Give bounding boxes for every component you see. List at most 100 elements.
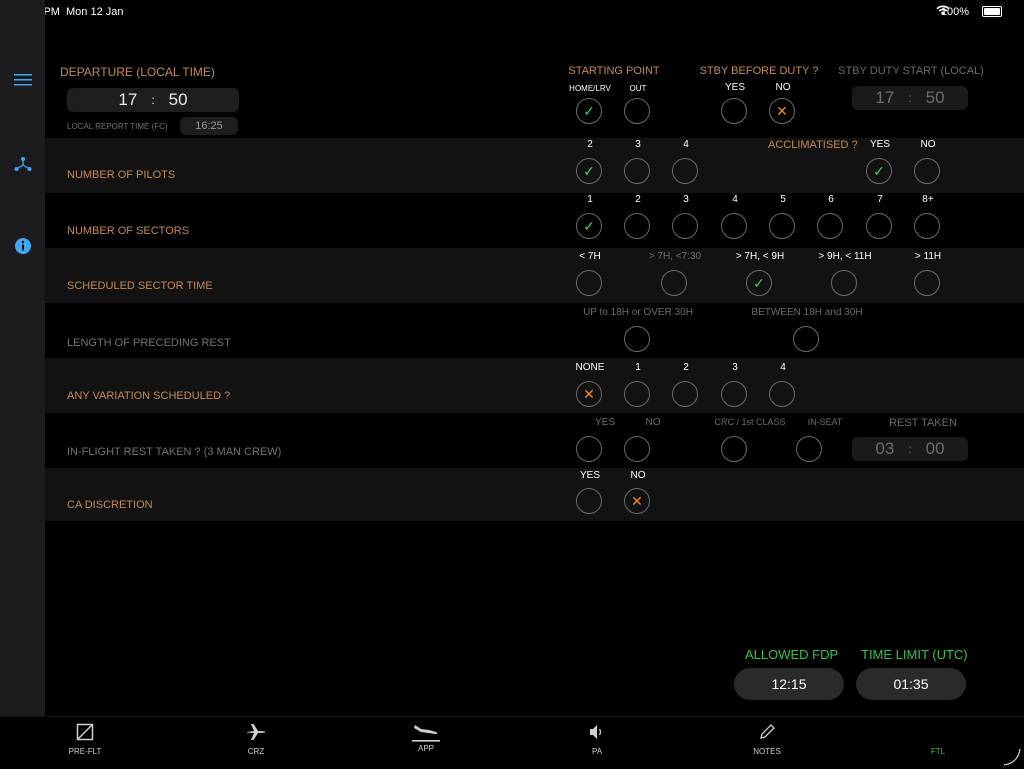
sidebar [0, 0, 45, 716]
sectors-label: NUMBER OF SECTORS [67, 225, 190, 237]
variation-option-4[interactable] [769, 381, 795, 407]
ca-discretion-row: CA DISCRETION YES NO ✕ [45, 468, 1024, 521]
inflight-rest-row: IN-FLIGHT REST TAKEN ? (3 MAN CREW) YES … [45, 413, 1024, 468]
checkbox-slash-icon [45, 723, 125, 745]
pilots-label: NUMBER OF PILOTS [67, 169, 176, 181]
starting-out-option[interactable] [624, 98, 650, 124]
rest-option-between[interactable] [793, 326, 819, 352]
inflight-no-option[interactable] [624, 436, 650, 462]
inflight-yes-option[interactable] [576, 436, 602, 462]
tab-pa-label: PA [591, 747, 603, 756]
tab-ftl-label: FTL [930, 747, 946, 756]
ca-no-option[interactable]: ✕ [624, 488, 650, 514]
status-bar: 5:54 PM Mon 12 Jan 100% [0, 0, 1024, 24]
tab-crz[interactable]: CRZ [216, 723, 296, 756]
variation-row: ANY VARIATION SCHEDULED ? NONE 1 2 3 4 ✕ [45, 358, 1024, 413]
acclimatised-yes-option[interactable]: ✓ [866, 158, 892, 184]
rest-opt2-label: BETWEEN 18H and 30H [751, 307, 863, 318]
inflight-rest-label: IN-FLIGHT REST TAKEN ? (3 MAN CREW) [67, 446, 282, 458]
pilots-opt-label: 4 [683, 139, 689, 150]
ca-discretion-label: CA DISCRETION [67, 499, 153, 511]
tab-pa[interactable]: PA [557, 723, 637, 756]
rest-label: LENGTH OF PRECEDING REST [67, 337, 231, 349]
report-time-value: 16:25 [180, 117, 238, 135]
tab-preflt[interactable]: PRE-FLT [45, 723, 125, 756]
variation-option-2[interactable] [672, 381, 698, 407]
speaker-icon [557, 723, 637, 745]
inseat-option[interactable] [796, 436, 822, 462]
starting-home-option[interactable]: ✓ [576, 98, 602, 124]
variation-option-3[interactable] [721, 381, 747, 407]
departure-hour: 17 [118, 90, 138, 109]
tab-crz-label: CRZ [247, 747, 265, 756]
sector-time-option-7-9[interactable]: ✓ [746, 270, 772, 296]
pilots-row: NUMBER OF PILOTS 2 3 4 ✓ ACCLIMATISED ? … [45, 138, 1024, 193]
variation-opt-label: 4 [780, 362, 786, 373]
variation-option-none[interactable]: ✕ [576, 381, 602, 407]
sectors-option-3[interactable] [672, 213, 698, 239]
sector-time-row: SCHEDULED SECTOR TIME < 7H > 7H, <7:30 >… [45, 248, 1024, 303]
stby-yes-option[interactable] [721, 98, 747, 124]
tab-notes[interactable]: NOTES [727, 723, 807, 756]
network-icon[interactable] [11, 156, 35, 180]
acclimatised-no-label: NO [920, 139, 936, 150]
sector-time-option-7-730[interactable] [661, 270, 687, 296]
rest-option-short-long[interactable] [624, 326, 650, 352]
time-separator: : [908, 91, 912, 105]
pilots-option-3[interactable] [624, 158, 650, 184]
report-time-label: LOCAL REPORT TIME (FC) [67, 122, 168, 131]
allowed-fdp-label: ALLOWED FDP [745, 647, 839, 662]
rest-taken-minute: 00 [925, 439, 945, 458]
sector-time-label: SCHEDULED SECTOR TIME [67, 280, 213, 292]
inseat-label: IN-SEAT [807, 417, 843, 427]
sector-time-option-9-11[interactable] [831, 270, 857, 296]
sectors-row: NUMBER OF SECTORS 1 2 3 4 5 6 7 8+ ✓ [45, 193, 1024, 248]
sector-time-option-gt11[interactable] [914, 270, 940, 296]
pilots-option-2[interactable]: ✓ [576, 158, 602, 184]
rest-taken-time-input[interactable]: 03 : 00 [852, 437, 968, 461]
acclimatised-no-option[interactable] [914, 158, 940, 184]
allowed-fdp-value: 12:15 [734, 668, 844, 700]
ca-no-label: NO [630, 470, 646, 481]
sectors-option-1[interactable]: ✓ [576, 213, 602, 239]
menu-icon[interactable] [11, 70, 35, 94]
info-icon[interactable] [11, 237, 35, 261]
stby-start-time-input[interactable]: 17 : 50 [852, 86, 968, 110]
rest-taken-label: REST TAKEN [889, 417, 957, 429]
stby-start-minute: 50 [925, 88, 945, 107]
time-limit-value: 01:35 [856, 668, 966, 700]
variation-label: ANY VARIATION SCHEDULED ? [67, 390, 231, 402]
sectors-option-7[interactable] [866, 213, 892, 239]
tab-bar: PRE-FLT CRZ APP PA NOTES FTL [0, 716, 1024, 769]
variation-option-1[interactable] [624, 381, 650, 407]
stby-no-option[interactable]: ✕ [769, 98, 795, 124]
battery-percent: 100% [940, 6, 969, 18]
sectors-option-2[interactable] [624, 213, 650, 239]
tab-app[interactable]: APP [386, 720, 466, 753]
pilots-option-4[interactable] [672, 158, 698, 184]
ca-yes-option[interactable] [576, 488, 602, 514]
sector-time-opt-label: > 9H, < 11H [818, 251, 872, 262]
battery-icon [982, 6, 1002, 17]
departure-time-input[interactable]: 17 : 50 [67, 88, 239, 112]
crc-option[interactable] [721, 436, 747, 462]
rest-taken-hour: 03 [875, 439, 895, 458]
tab-ftl[interactable]: FTL [898, 723, 978, 756]
sectors-opt-label: 8+ [922, 194, 934, 205]
stby-no-label: NO [775, 82, 791, 93]
time-limit-label: TIME LIMIT (UTC) [861, 647, 968, 662]
sector-time-option-lt7[interactable] [576, 270, 602, 296]
departure-row: DEPARTURE (LOCAL TIME) 17 : 50 LOCAL REP… [45, 55, 1024, 138]
sectors-option-4[interactable] [721, 213, 747, 239]
rest-opt1-label: UP to 18H or OVER 30H [583, 307, 693, 318]
sector-time-opt-label: > 11H [914, 251, 942, 262]
airplane-icon [216, 723, 296, 745]
starting-point-label: STARTING POINT [568, 65, 660, 77]
sectors-option-6[interactable] [817, 213, 843, 239]
inflight-no-label: NO [645, 417, 661, 428]
sector-time-opt-label: > 7H, <7:30 [648, 251, 702, 262]
sectors-option-8plus[interactable] [914, 213, 940, 239]
sectors-option-5[interactable] [769, 213, 795, 239]
sector-time-opt-label: > 7H, < 9H [735, 251, 785, 262]
resize-corner-icon [1003, 748, 1021, 766]
